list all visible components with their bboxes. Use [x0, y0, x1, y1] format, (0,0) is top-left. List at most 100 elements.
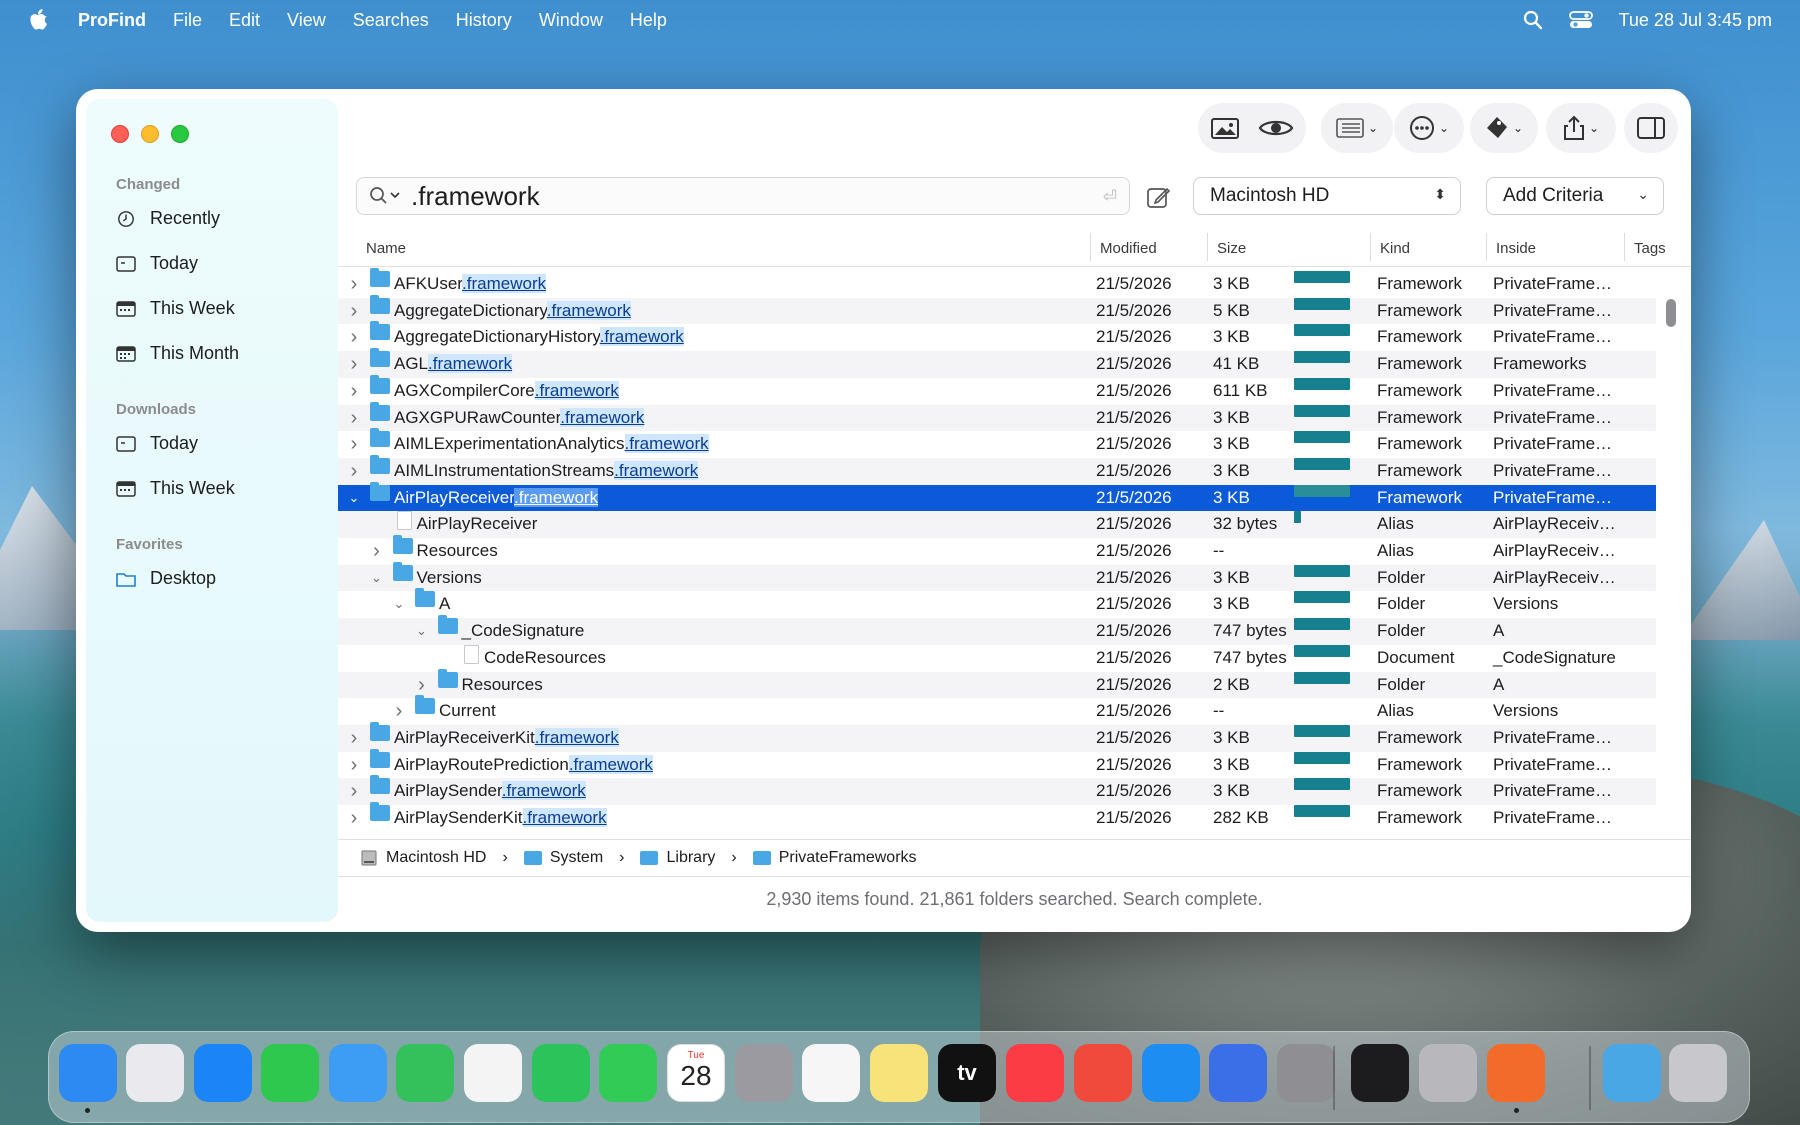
chevron-right-icon[interactable]: › — [348, 351, 360, 378]
table-row[interactable]: › AirPlayReceiverKit.framework 21/5/2026 3 … — [338, 721, 1656, 752]
dock-app-notes[interactable] — [870, 1044, 928, 1102]
chevron-right-icon[interactable]: › — [348, 298, 360, 325]
table-row[interactable]: › AGXCompilerCore.framework 21/5/2026 611 K… — [338, 374, 1656, 405]
dock-app-terminal[interactable] — [1351, 1044, 1409, 1102]
chevron-right-icon[interactable]: › — [348, 752, 360, 779]
menu-help[interactable]: Help — [630, 10, 667, 31]
column-divider[interactable] — [1486, 233, 1487, 261]
chevron-right-icon[interactable]: › — [393, 698, 405, 725]
search-field[interactable]: .framework ⏎ — [356, 177, 1130, 215]
minimize-button[interactable] — [141, 125, 159, 143]
quick-look-eye-icon[interactable] — [1258, 116, 1294, 140]
dock-app-trash[interactable] — [1669, 1044, 1727, 1102]
menu-clock[interactable]: Tue 28 Jul 3:45 pm — [1619, 10, 1772, 31]
dock-app-contacts[interactable] — [735, 1044, 793, 1102]
search-icon[interactable] — [369, 186, 403, 206]
dock-app-proxyman[interactable] — [1419, 1044, 1477, 1102]
table-row[interactable]: › AGXGPURawCounter.framework 21/5/2026 3 KB… — [338, 401, 1656, 432]
menu-view[interactable]: View — [287, 10, 326, 31]
dock-app-launchpad[interactable] — [126, 1044, 184, 1102]
column-divider[interactable] — [1624, 233, 1625, 261]
table-row[interactable]: › AirPlaySender.framework 21/5/2026 3 KB Fra… — [338, 775, 1656, 805]
chevron-right-icon[interactable]: › — [371, 538, 383, 565]
column-header-kind[interactable]: Kind — [1380, 240, 1410, 257]
sidebar-item-this-week[interactable]: This Week — [116, 298, 235, 319]
path-item-macintosh-hd[interactable]: Macintosh HD — [386, 849, 486, 867]
column-header-tags[interactable]: Tags — [1634, 240, 1666, 257]
column-header-name[interactable]: Name — [366, 240, 406, 257]
dock-app-facetime[interactable] — [532, 1044, 590, 1102]
view-options-button[interactable]: ⌄ — [1321, 103, 1393, 153]
sidebar-item-recently[interactable]: Recently — [116, 208, 220, 229]
table-row[interactable]: ⌄ Versions 21/5/2026 3 KB Folder AirPlayRecei… — [338, 561, 1656, 592]
column-divider[interactable] — [1370, 233, 1371, 261]
edit-query-icon[interactable] — [1146, 184, 1172, 210]
menu-searches[interactable]: Searches — [353, 10, 429, 31]
dock-app-mail[interactable] — [329, 1044, 387, 1102]
column-header-modified[interactable]: Modified — [1100, 240, 1157, 257]
sidebar-item-downloads-today[interactable]: Today — [116, 433, 198, 454]
dock-app-system-settings[interactable] — [1277, 1044, 1335, 1102]
chevron-right-icon[interactable]: › — [348, 324, 360, 351]
dock-app-music[interactable] — [1006, 1044, 1064, 1102]
dock-app-photos[interactable] — [464, 1044, 522, 1102]
table-row[interactable]: › Current 21/5/2026 -- Alias Versions — [338, 695, 1656, 725]
column-header-size[interactable]: Size — [1217, 240, 1246, 257]
table-row[interactable]: › AIMLExperimentationAnalytics.framework 2… — [338, 428, 1656, 458]
dock-app-calendar[interactable]: Tue 28 — [667, 1044, 725, 1102]
toggle-inspector-button[interactable] — [1624, 103, 1678, 153]
sidebar-item-today[interactable]: Today — [116, 253, 198, 274]
add-criteria-button[interactable]: Add Criteria ⌄ — [1486, 177, 1664, 215]
table-row[interactable]: › AirPlaySenderKit.framework 21/5/2026 282 … — [338, 802, 1656, 827]
column-divider[interactable] — [1207, 233, 1208, 261]
close-button[interactable] — [111, 125, 129, 143]
sidebar-item-this-month[interactable]: This Month — [116, 343, 239, 364]
table-row[interactable]: ⌄ AirPlayReceiver.framework 21/5/2026 3 KB F… — [338, 481, 1656, 512]
table-row[interactable]: › AGL.framework 21/5/2026 41 KB Framework Fra… — [338, 348, 1656, 378]
dock-app-iphone-mirroring[interactable] — [1209, 1044, 1267, 1102]
chevron-down-icon[interactable]: ⌄ — [393, 591, 405, 618]
chevron-right-icon[interactable]: › — [416, 672, 428, 699]
chevron-right-icon[interactable]: › — [348, 271, 360, 298]
spotlight-search-icon[interactable] — [1523, 10, 1543, 30]
dock-app-rocket[interactable] — [1074, 1044, 1132, 1102]
chevron-right-icon[interactable]: › — [348, 725, 360, 752]
chevron-down-icon[interactable]: ⌄ — [371, 565, 383, 592]
dock-app-messages[interactable] — [261, 1044, 319, 1102]
scrollbar-thumb[interactable] — [1666, 299, 1676, 327]
search-scope-select[interactable]: Macintosh HD ⬍ — [1193, 177, 1461, 215]
more-actions-button[interactable]: ⌄ — [1394, 103, 1464, 153]
table-row[interactable]: › AggregateDictionaryHistory.framework 21/… — [338, 321, 1656, 351]
image-icon[interactable] — [1210, 116, 1240, 140]
table-row[interactable]: ⌄ A 21/5/2026 3 KB Folder Versions — [338, 588, 1656, 618]
zoom-button[interactable] — [171, 125, 189, 143]
column-header-inside[interactable]: Inside — [1496, 240, 1536, 257]
table-row[interactable]: › AggregateDictionary.framework 21/5/2026 5… — [338, 294, 1656, 325]
menu-window[interactable]: Window — [539, 10, 603, 31]
apple-icon[interactable] — [30, 9, 48, 31]
table-row[interactable]: › Resources 21/5/2026 -- Alias AirPlayReceiv… — [338, 535, 1656, 565]
dock-app-maps[interactable] — [396, 1044, 454, 1102]
app-menu-profind[interactable]: ProFind — [78, 10, 146, 31]
search-query-text[interactable]: .framework — [411, 181, 540, 212]
dock-app-tv[interactable]: tv — [938, 1044, 996, 1102]
table-row[interactable]: › AIMLInstrumentationStreams.framework 21/… — [338, 454, 1656, 485]
column-divider[interactable] — [1090, 233, 1091, 261]
table-row[interactable]: ⌄ _CodeSignature 21/5/2026 747 bytes Folder A — [338, 615, 1656, 645]
dock-app-profind[interactable] — [1487, 1044, 1545, 1102]
chevron-right-icon[interactable]: › — [348, 778, 360, 805]
table-row[interactable]: CodeResources 21/5/2026 747 bytes Document _… — [338, 644, 1656, 672]
sidebar-item-desktop[interactable]: Desktop — [116, 568, 216, 589]
chevron-right-icon[interactable]: › — [348, 378, 360, 405]
chevron-right-icon[interactable]: › — [348, 431, 360, 458]
tag-button[interactable]: ⌄ — [1470, 103, 1538, 153]
share-button[interactable]: ⌄ — [1546, 103, 1616, 153]
menu-file[interactable]: File — [173, 10, 202, 31]
vertical-scrollbar[interactable] — [1663, 267, 1679, 827]
path-item-privateframeworks[interactable]: PrivateFrameworks — [779, 849, 917, 867]
menu-history[interactable]: History — [456, 10, 512, 31]
path-item-system[interactable]: System — [550, 849, 603, 867]
chevron-down-icon[interactable]: ⌄ — [416, 618, 428, 645]
dock-app-finder[interactable] — [59, 1044, 117, 1102]
chevron-right-icon[interactable]: › — [348, 458, 360, 485]
